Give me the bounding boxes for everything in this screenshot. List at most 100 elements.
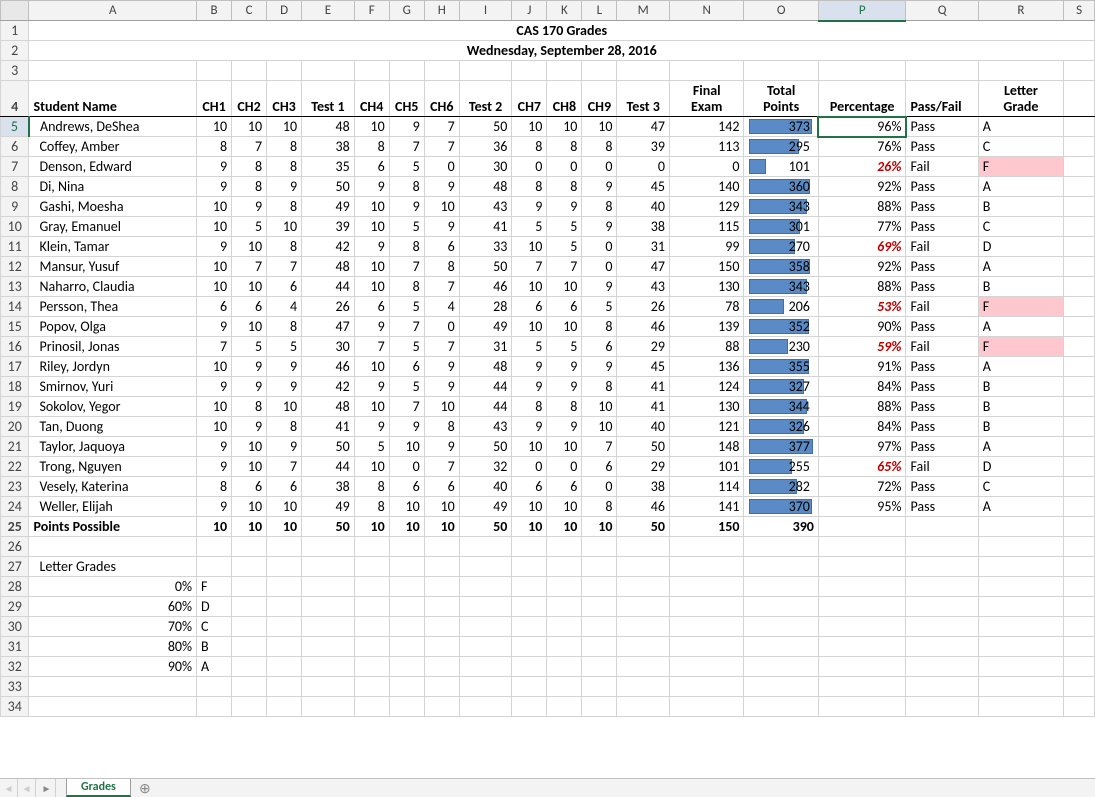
score-cell[interactable]: 8: [582, 137, 617, 157]
score-cell[interactable]: 9: [582, 217, 617, 237]
percentage-cell[interactable]: 59%: [818, 337, 906, 357]
cell[interactable]: [1064, 657, 1095, 677]
row-header[interactable]: 31: [1, 637, 29, 657]
cell[interactable]: [424, 577, 459, 597]
row-header[interactable]: 19: [1, 397, 29, 417]
cell[interactable]: [669, 61, 743, 81]
score-cell[interactable]: 9: [547, 197, 582, 217]
total-points-databar[interactable]: 230: [744, 337, 818, 357]
cell[interactable]: [547, 637, 582, 657]
cell[interactable]: [818, 537, 906, 557]
cell[interactable]: [389, 61, 424, 81]
cell[interactable]: [232, 577, 267, 597]
col-header[interactable]: M: [617, 1, 670, 21]
score-cell[interactable]: 10: [197, 197, 232, 217]
cell[interactable]: [617, 657, 670, 677]
score-cell[interactable]: 40: [617, 197, 670, 217]
score-cell[interactable]: 10: [547, 317, 582, 337]
score-cell[interactable]: 10: [547, 277, 582, 297]
score-cell[interactable]: 42: [302, 237, 355, 257]
column-header-cell[interactable]: CH4: [354, 81, 389, 117]
cell[interactable]: [267, 637, 302, 657]
score-cell[interactable]: 10: [232, 317, 267, 337]
cell[interactable]: [1064, 297, 1095, 317]
cell[interactable]: [906, 597, 978, 617]
cell[interactable]: [29, 537, 197, 557]
score-cell[interactable]: 10: [512, 237, 547, 257]
score-cell[interactable]: 10: [232, 437, 267, 457]
score-cell[interactable]: 9: [232, 417, 267, 437]
score-cell[interactable]: 9: [197, 377, 232, 397]
score-cell[interactable]: 7: [232, 137, 267, 157]
score-cell[interactable]: 5: [582, 297, 617, 317]
cell[interactable]: [424, 617, 459, 637]
score-cell[interactable]: 10: [547, 117, 582, 137]
score-cell[interactable]: 0: [582, 157, 617, 177]
cell[interactable]: [818, 677, 906, 697]
cell[interactable]: [978, 697, 1063, 717]
score-cell[interactable]: 9: [389, 117, 424, 137]
total-points-databar[interactable]: 358: [744, 257, 818, 277]
cell[interactable]: [744, 577, 818, 597]
cell[interactable]: [267, 577, 302, 597]
student-name[interactable]: Klein, Tamar: [29, 237, 197, 257]
score-cell[interactable]: 6: [582, 337, 617, 357]
cell[interactable]: [424, 677, 459, 697]
student-name[interactable]: Taylor, Jaquoya: [29, 437, 197, 457]
letter-grade-pct[interactable]: 80%: [29, 637, 197, 657]
cell[interactable]: [617, 597, 670, 617]
cell[interactable]: [459, 597, 512, 617]
cell[interactable]: [1064, 477, 1095, 497]
score-cell[interactable]: 10: [354, 397, 389, 417]
column-header-cell[interactable]: CH3: [267, 81, 302, 117]
col-header[interactable]: A: [29, 1, 197, 21]
score-cell[interactable]: 9: [197, 497, 232, 517]
cell[interactable]: [547, 617, 582, 637]
score-cell[interactable]: 0: [424, 317, 459, 337]
score-cell[interactable]: 9: [582, 357, 617, 377]
score-cell[interactable]: 0: [617, 157, 670, 177]
cell[interactable]: [978, 637, 1063, 657]
row-header[interactable]: 5: [1, 117, 29, 137]
column-header-cell[interactable]: TotalPoints: [744, 81, 818, 117]
col-header[interactable]: F: [354, 1, 389, 21]
score-cell[interactable]: 130: [669, 277, 743, 297]
cell[interactable]: [1064, 517, 1095, 537]
cell[interactable]: [267, 557, 302, 577]
score-cell[interactable]: 9: [267, 437, 302, 457]
cell[interactable]: [459, 697, 512, 717]
cell[interactable]: [267, 657, 302, 677]
cell[interactable]: [1064, 197, 1095, 217]
cell[interactable]: [354, 697, 389, 717]
passfail-cell[interactable]: Fail: [906, 297, 978, 317]
score-cell[interactable]: 6: [354, 157, 389, 177]
letter-grade-cell[interactable]: A: [978, 357, 1063, 377]
score-cell[interactable]: 40: [459, 477, 512, 497]
cell[interactable]: [512, 697, 547, 717]
col-header[interactable]: C: [232, 1, 267, 21]
col-header[interactable]: J: [512, 1, 547, 21]
score-cell[interactable]: 9: [512, 357, 547, 377]
letter-grade-cell[interactable]: C: [978, 217, 1063, 237]
score-cell[interactable]: 8: [354, 477, 389, 497]
score-cell[interactable]: 46: [459, 277, 512, 297]
score-cell[interactable]: 44: [302, 277, 355, 297]
cell[interactable]: [424, 657, 459, 677]
student-name[interactable]: Riley, Jordyn: [29, 357, 197, 377]
total-points-databar[interactable]: 370: [744, 497, 818, 517]
col-header[interactable]: L: [582, 1, 617, 21]
cell[interactable]: [669, 637, 743, 657]
points-possible-cell[interactable]: 50: [617, 517, 670, 537]
cell[interactable]: [459, 617, 512, 637]
total-points-databar[interactable]: 270: [744, 237, 818, 257]
cell[interactable]: [744, 537, 818, 557]
score-cell[interactable]: 43: [617, 277, 670, 297]
score-cell[interactable]: 8: [232, 157, 267, 177]
cell[interactable]: [617, 697, 670, 717]
score-cell[interactable]: 5: [389, 157, 424, 177]
total-points-databar[interactable]: 360: [744, 177, 818, 197]
score-cell[interactable]: 35: [302, 157, 355, 177]
score-cell[interactable]: 6: [547, 297, 582, 317]
score-cell[interactable]: 29: [617, 337, 670, 357]
row-header[interactable]: 14: [1, 297, 29, 317]
